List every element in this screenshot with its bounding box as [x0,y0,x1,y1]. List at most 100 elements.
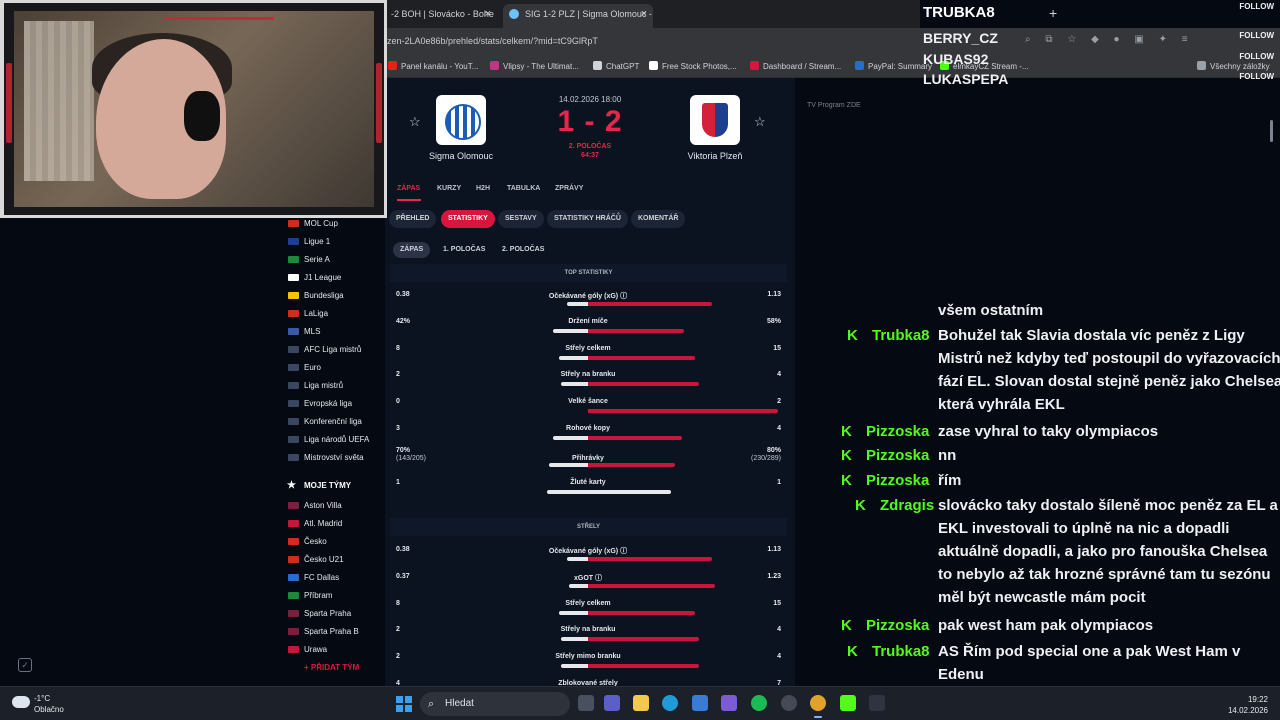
sidebar-team-item[interactable]: FC Dallas [280,569,385,587]
app-icon[interactable] [721,695,737,711]
pill-statistiky[interactable]: STATISTIKY [441,210,495,228]
bookmark-star-icon[interactable]: ☆ [1067,34,1076,45]
taskbar-search[interactable]: ⌕ Hledat [420,692,570,716]
teams-icon[interactable] [604,695,620,711]
all-bookmarks[interactable]: Všechny záložky [1197,61,1270,71]
kick-icon[interactable] [840,695,856,711]
bookmark-item[interactable]: Free Stock Photos,... [649,61,737,71]
follow-label: FOLLOW [1239,72,1274,81]
install-icon[interactable]: ⧉ [1045,34,1052,45]
sidebar-league-item[interactable]: Mistrovství světa [280,449,385,467]
kick-badge-icon: K [855,497,866,514]
sidebar-league-item[interactable]: Liga národů UEFA [280,431,385,449]
chat-message: K Zdragis slovácko taky dostalo šíleně moc… [845,494,1278,612]
bookmark-item[interactable]: Panel kanálu - YouT... [388,61,478,71]
clock[interactable]: 19:22 14.02.2026 [1228,694,1268,716]
chat-message: všem ostatním [845,299,1275,323]
browser-tab[interactable]: -2 BOH | Slovácko - Bohe × [385,4,497,28]
sidebar-team-item[interactable]: Sparta Praha [280,605,385,623]
sidebar-team-item[interactable]: Atl. Madrid [280,515,385,533]
store-icon[interactable] [692,695,708,711]
file-explorer-icon[interactable] [633,695,649,711]
overlay-name: LUKASPEPA [923,71,1009,87]
close-tab-icon[interactable]: × [485,4,491,24]
url-field[interactable]: zen-2LA0e86b/prehled/stats/celkem/?mid=t… [387,36,598,46]
tab-zpravy[interactable]: ZPRÁVY [555,185,583,192]
sidebar-league-item[interactable]: Bundesliga [280,287,385,305]
home-team[interactable]: Sigma Olomouc [411,95,511,161]
chat-username[interactable]: Trubka8 [872,324,930,347]
sidebar-league-item[interactable]: AFC Liga mistrů [280,341,385,359]
sidebar-league-item[interactable]: MLS [280,323,385,341]
pill-prehled[interactable]: PŘEHLED [389,210,437,228]
edge-icon[interactable] [662,695,678,711]
home-bar [560,382,588,387]
sidebar-team-item[interactable]: Česko U21 [280,551,385,569]
task-view-icon[interactable] [578,695,594,711]
favorite-away-star-icon[interactable]: ☆ [754,114,766,130]
follow-label: FOLLOW [1239,2,1274,11]
chat-username[interactable]: Pizzoska [866,444,929,467]
tab-h2h[interactable]: H2H [476,185,490,192]
sigma-olomouc-logo [436,95,486,145]
tab-zapas[interactable]: ZÁPAS [397,185,420,192]
sidebar-team-item[interactable]: Sparta Praha B [280,623,385,641]
flag-icon [288,400,299,407]
sidebar-team-item[interactable]: Aston Villa [280,497,385,515]
app-icon[interactable] [869,695,885,711]
pill-komentar[interactable]: KOMENTÁŘ [631,210,686,228]
bookmark-item[interactable]: Vlipsy - The Ultimat... [490,61,579,71]
subpill-1-polocas[interactable]: 1. POLOČAS [436,242,492,258]
stat-row: 2 4 Střely na branku [395,620,781,646]
subpill-zapas[interactable]: ZÁPAS [393,242,431,258]
chat-username[interactable]: Pizzoska [866,614,929,637]
bookmarks-bar: Panel kanálu - YouT... Vlipsy - The Ulti… [385,56,1280,78]
windows-start-icon[interactable] [396,696,412,712]
cloud-icon[interactable] [12,696,30,708]
sidebar-league-item[interactable]: Euro [280,359,385,377]
zoom-icon[interactable]: ⌕ [1025,34,1031,45]
chat-username[interactable]: Pizzoska [866,420,929,443]
weather-widget[interactable]: -1°C Oblačno [34,693,64,715]
sidebar-league-item[interactable]: Evropská liga [280,395,385,413]
browser-tab-active[interactable]: SIG 1-2 PLZ | Sigma Olomouc - × [503,4,653,28]
chat-username[interactable]: Pizzoska [866,469,929,492]
sidebar-league-item[interactable]: Konferenční liga [280,413,385,431]
chat-username[interactable]: Trubka8 [872,640,930,663]
bookmark-item[interactable]: ChatGPT [593,61,639,71]
pill-sestavy[interactable]: SESTAVY [498,210,544,228]
add-team-button[interactable]: + PŘIDAT TÝM [280,659,385,677]
sidebar-league-item[interactable]: LaLiga [280,305,385,323]
pill-statistiky-hracu[interactable]: STATISTIKY HRÁČŮ [547,210,628,228]
spotify-icon[interactable] [751,695,767,711]
scrollbar[interactable] [1270,120,1273,142]
close-tab-icon[interactable]: × [641,4,647,24]
chat-username[interactable]: Zdragis [880,494,934,517]
extension-icon[interactable]: ◆ [1091,34,1099,45]
extension-icon[interactable]: ▣ [1134,34,1143,45]
sidebar-league-item[interactable]: Serie A [280,251,385,269]
bookmark-item[interactable]: Dashboard / Stream... [750,61,841,71]
new-tab-button[interactable]: + [1049,5,1057,21]
sidebar-team-item[interactable]: Urawa [280,641,385,659]
sidebar-team-item[interactable]: Česko [280,533,385,551]
stat-row: 3 4 Rohové kopy [395,419,781,445]
sidebar-league-item[interactable]: Ligue 1 [280,233,385,251]
sidebar-team-item[interactable]: Příbram [280,587,385,605]
tab-kurzy[interactable]: KURZY [437,185,461,192]
bookmark-item[interactable]: PayPal: Summary [855,61,932,71]
sidebar-league-item[interactable]: J1 League [280,269,385,287]
extension-icon[interactable]: ● [1114,34,1120,45]
extensions-puzzle-icon[interactable]: ✦ [1159,34,1167,45]
tab-tabulka[interactable]: TABULKA [507,185,540,192]
menu-icon[interactable]: ≡ [1182,34,1188,45]
nav-label: Příbram [304,591,333,600]
away-team[interactable]: Viktoria Plzeň [665,95,765,161]
shield-icon[interactable]: ✓ [18,658,32,672]
sidebar-league-item[interactable]: Liga mistrů [280,377,385,395]
chrome-icon[interactable] [810,695,826,711]
subpill-2-polocas[interactable]: 2. POLOČAS [495,242,551,258]
steam-icon[interactable] [781,695,797,711]
stat-label: Očekávané góly (xG) ⓘ [548,548,628,555]
nav-label: MLS [304,327,321,336]
